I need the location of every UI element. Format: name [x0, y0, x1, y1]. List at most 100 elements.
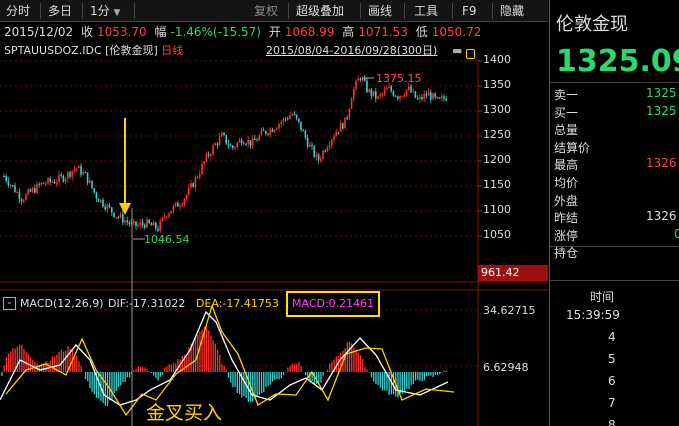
- macd-bar: [379, 372, 381, 388]
- candle-body: [315, 154, 318, 157]
- candle-body: [157, 228, 159, 231]
- macd-bar: [329, 363, 331, 372]
- macd-bar: [221, 363, 223, 372]
- instrument-title: 伦敦金现: [556, 14, 628, 35]
- candle-body: [124, 220, 126, 223]
- high-price-label: 1375.15: [376, 72, 422, 85]
- macd-bar: [170, 364, 172, 372]
- toolbar-divider: [288, 3, 289, 19]
- macd-bar: [91, 372, 93, 392]
- macd-bar: [434, 372, 436, 375]
- macd-bar: [414, 372, 417, 381]
- macd-bar: [25, 351, 27, 372]
- date-range[interactable]: 2015/08/04-2016/09/28(300日): [266, 42, 437, 60]
- candle-body: [412, 91, 414, 93]
- toolbar-divider: [360, 3, 361, 19]
- bar-date: 2015/12/02: [4, 25, 74, 39]
- macd-bar: [436, 372, 439, 376]
- candle-body: [146, 219, 148, 228]
- period-dropdown[interactable]: 1分 ▼: [90, 0, 120, 22]
- toolbar-divider: [134, 3, 135, 19]
- candle-body: [62, 175, 65, 182]
- candle-body: [97, 198, 100, 202]
- candle-body: [126, 220, 128, 223]
- macd-bar: [368, 372, 370, 373]
- macd-bar: [164, 367, 166, 372]
- minus-icon[interactable]: ▬: [452, 42, 462, 60]
- macd-bar: [300, 366, 302, 372]
- candle-body: [194, 177, 197, 188]
- candle-body: [113, 212, 115, 217]
- candle-body: [441, 96, 443, 99]
- macd-bar: [111, 372, 113, 399]
- candle-body: [20, 199, 23, 202]
- dif-value: DIF:-17.31022: [108, 297, 186, 310]
- candle-body: [9, 185, 12, 187]
- candle-body: [258, 135, 260, 141]
- candle-body: [267, 133, 269, 135]
- candle-body: [260, 130, 263, 136]
- macd-bar: [232, 372, 234, 388]
- macd-bar: [322, 372, 324, 376]
- macd-bar: [377, 372, 379, 386]
- macd-bar: [126, 372, 128, 378]
- candle-body: [405, 89, 408, 95]
- macd-bar: [102, 372, 104, 404]
- macd-bar: [128, 372, 131, 378]
- tab-intraday[interactable]: 分时: [6, 0, 30, 22]
- period-dropdown-label: 1分: [90, 4, 110, 18]
- tab-multi-day[interactable]: 多日: [48, 0, 72, 22]
- macd-bar: [21, 344, 23, 372]
- candle-body: [95, 192, 98, 199]
- macd-bar: [124, 372, 126, 383]
- candle-body: [245, 143, 247, 145]
- candle-body: [27, 189, 29, 194]
- candle-body: [379, 94, 381, 97]
- macd-bar: [109, 372, 111, 401]
- candle-body: [181, 204, 183, 206]
- top-toolbar: 分时 多日 1分 ▼ 复权 超级叠加 画线 工具 F9 隐藏: [0, 0, 548, 22]
- candle-body: [225, 135, 227, 144]
- candle-body: [168, 213, 170, 217]
- macd-bar: [106, 372, 109, 407]
- candle-body: [34, 188, 36, 193]
- last-price: 1325.09: [556, 44, 679, 79]
- candle-body: [31, 188, 34, 192]
- price-tick: 1150: [483, 178, 511, 191]
- f9-button[interactable]: F9: [462, 0, 477, 22]
- toolbar-divider: [82, 3, 83, 19]
- draw-line-button[interactable]: 画线: [368, 0, 392, 22]
- candle-body: [227, 143, 230, 146]
- macd-bar: [89, 372, 91, 389]
- candle-body: [348, 108, 351, 118]
- close-label: 收: [81, 25, 94, 39]
- macd-bar: [423, 372, 425, 381]
- open-value: 1068.99: [284, 25, 335, 39]
- candle-body: [353, 88, 355, 99]
- macd-bar: [194, 336, 197, 372]
- collapse-icon[interactable]: -: [3, 297, 16, 310]
- adjust-button[interactable]: 复权: [254, 0, 278, 22]
- macd-bar: [381, 372, 384, 391]
- chart-title-bar: SPTAUUSDOZ.IDC [伦敦金现] 日线 2015/08/04-2016…: [0, 42, 548, 60]
- candle-body: [3, 176, 5, 177]
- candle-body: [93, 188, 95, 193]
- macd-bar: [139, 366, 142, 372]
- candle-body: [300, 121, 302, 131]
- overlay-button[interactable]: 超级叠加: [296, 0, 344, 22]
- candle-body: [254, 138, 256, 141]
- macd-bar: [403, 372, 406, 392]
- candle-body: [104, 206, 106, 210]
- kline-chart[interactable]: [0, 60, 548, 426]
- low-price-label: 1046.54: [144, 233, 190, 246]
- tools-button[interactable]: 工具: [414, 0, 438, 22]
- candle-body: [342, 123, 344, 129]
- quote-row-label: 总量: [554, 123, 579, 138]
- chevron-down-icon: ▼: [113, 8, 121, 18]
- candle-body: [350, 98, 353, 109]
- candle-body: [67, 172, 69, 179]
- candle-body: [42, 182, 45, 184]
- candle-body: [196, 177, 199, 179]
- hide-button[interactable]: 隐藏: [500, 0, 524, 22]
- candle-body: [265, 131, 267, 134]
